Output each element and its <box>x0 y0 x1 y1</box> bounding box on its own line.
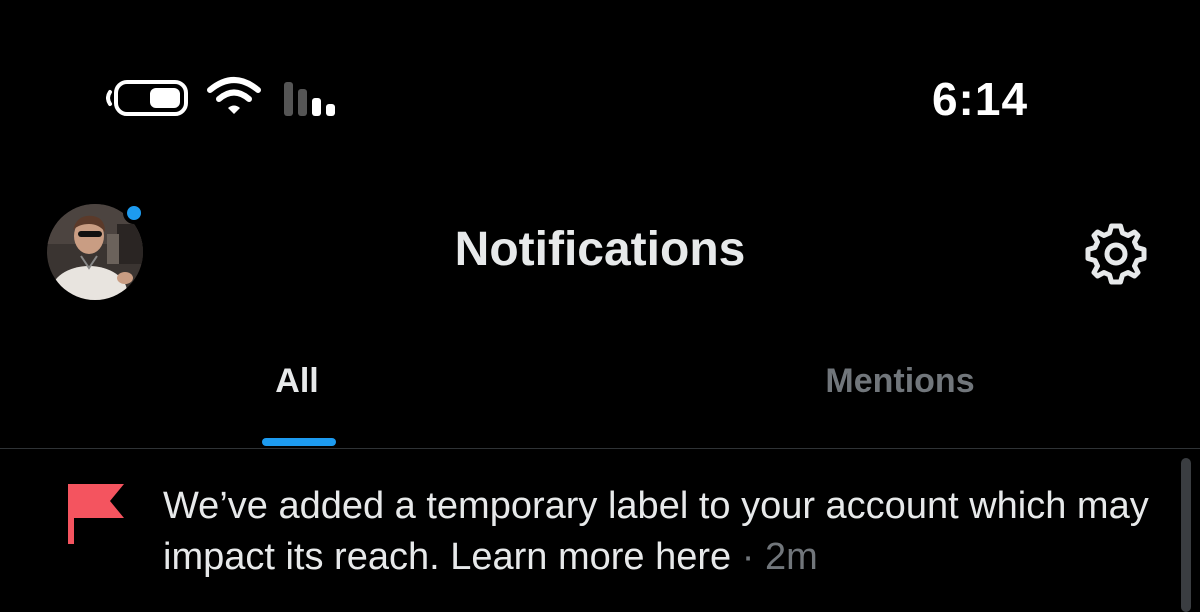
unread-indicator-dot <box>123 202 145 224</box>
tab-mentions-label: Mentions <box>825 362 975 400</box>
notifications-screen: 6:14 Notifications All Mentions We’ve ad… <box>0 0 1200 612</box>
active-tab-indicator <box>262 438 336 446</box>
notification-timestamp: 2m <box>764 536 818 578</box>
tab-all[interactable]: All <box>0 360 600 450</box>
status-time: 6:14 <box>931 73 1029 125</box>
notification-text: We’ve added a temporary label to your ac… <box>163 481 1153 583</box>
gear-icon[interactable] <box>1082 220 1150 288</box>
page-title: Notifications <box>454 223 746 276</box>
wifi-icon <box>207 77 261 114</box>
notification-separator: · <box>731 536 765 578</box>
profile-avatar-button[interactable] <box>47 202 145 300</box>
cellular-signal-icon <box>284 82 335 116</box>
flag-icon <box>68 484 124 544</box>
notification-message: We’ve added a temporary label to your ac… <box>163 485 1149 578</box>
notification-item[interactable]: We’ve added a temporary label to your ac… <box>0 449 1200 612</box>
battery-icon <box>106 80 188 116</box>
tab-all-label: All <box>275 362 319 400</box>
tab-mentions[interactable]: Mentions <box>600 360 1200 450</box>
scrollbar[interactable] <box>1181 458 1191 612</box>
